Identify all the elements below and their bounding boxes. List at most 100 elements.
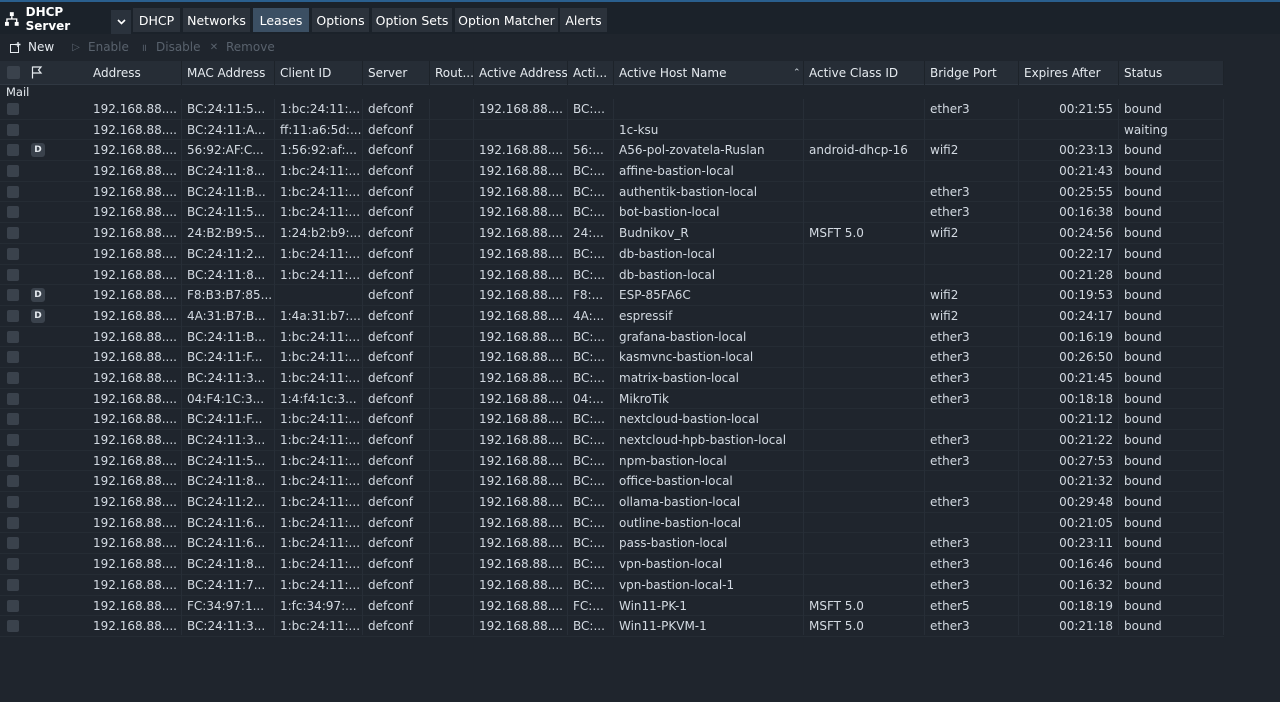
column-header-class-id[interactable]: Active Class ID xyxy=(804,61,925,85)
column-header-address[interactable]: Address xyxy=(88,61,182,85)
cell-server: defconf xyxy=(368,288,413,303)
cell-class-id xyxy=(804,120,924,140)
table-row[interactable]: D 192.168.88.... F8:B3:B7:85... defconf 192.… xyxy=(0,285,1224,306)
table-row[interactable]: 192.168.88.... BC:24:11:F... 1:bc:24:11:..… xyxy=(0,347,1224,368)
row-checkbox[interactable] xyxy=(7,475,19,488)
column-header-mac[interactable]: MAC Address xyxy=(182,61,275,85)
table-row[interactable]: 192.168.88.... BC:24:11:7... 1:bc:24:11:..… xyxy=(0,575,1224,596)
app-title[interactable]: DHCP Server xyxy=(4,5,110,33)
column-header-status[interactable]: Status xyxy=(1119,61,1224,85)
tab-options[interactable]: Options xyxy=(312,8,369,32)
table-row[interactable]: 192.168.88.... BC:24:11:8... 1:bc:24:11:..… xyxy=(0,471,1224,493)
row-checkbox[interactable] xyxy=(7,309,19,322)
column-header-client-id[interactable]: Client ID xyxy=(275,61,363,85)
table-row[interactable]: 192.168.88.... 04:F4:1C:3... 1:4:f4:1c:3..… xyxy=(0,389,1224,410)
cell-expires: 00:16:32 xyxy=(1059,577,1113,592)
row-checkbox[interactable] xyxy=(7,330,19,343)
row-checkbox[interactable] xyxy=(7,247,19,260)
table-row[interactable]: D 192.168.88.... 56:92:AF:C... 1:56:92:af:.… xyxy=(0,140,1224,162)
enable-button[interactable]: ▷ Enable xyxy=(70,39,129,55)
column-header-expires[interactable]: Expires After xyxy=(1019,61,1119,85)
remove-button[interactable]: ✕ Remove xyxy=(208,39,275,55)
row-checkbox[interactable] xyxy=(7,558,19,571)
table-row[interactable]: 192.168.88.... 24:B2:B9:5... 1:24:b2:b9:..… xyxy=(0,223,1224,244)
column-separator xyxy=(613,99,614,635)
flag-icon[interactable] xyxy=(31,66,43,79)
select-all-checkbox[interactable] xyxy=(7,66,20,79)
table-row[interactable]: 192.168.88.... BC:24:11:3... 1:bc:24:11:..… xyxy=(0,616,1224,637)
table-row[interactable]: 192.168.88.... BC:24:11:3... 1:bc:24:11:..… xyxy=(0,430,1224,451)
column-separator xyxy=(429,99,430,635)
row-checkbox[interactable] xyxy=(7,413,19,426)
cell-expires: 00:26:50 xyxy=(1059,350,1113,365)
cell-address: 192.168.88.... xyxy=(93,412,177,427)
cell-active-address: 192.168.88.... xyxy=(479,577,563,592)
row-checkbox[interactable] xyxy=(7,434,19,446)
new-button[interactable]: New xyxy=(10,39,54,55)
cell-address: 192.168.88.... xyxy=(93,102,177,116)
row-checkbox[interactable] xyxy=(7,578,19,591)
row-checkbox[interactable] xyxy=(7,351,19,364)
row-checkbox[interactable] xyxy=(7,227,19,240)
table-row[interactable]: 192.168.88.... BC:24:11:6... 1:bc:24:11:..… xyxy=(0,533,1224,555)
table-row[interactable]: 192.168.88.... BC:24:11:2... 1:bc:24:11:..… xyxy=(0,492,1224,513)
row-checkbox[interactable] xyxy=(7,620,19,633)
row-checkbox[interactable] xyxy=(7,103,19,115)
column-header-active-mac[interactable]: Acti... xyxy=(568,61,614,85)
menu-toggle-button[interactable] xyxy=(111,10,131,34)
table-row[interactable]: 192.168.88.... BC:24:11:3... 1:bc:24:11:..… xyxy=(0,368,1224,389)
tab-dhcp[interactable]: DHCP xyxy=(133,8,180,32)
row-checkbox[interactable] xyxy=(7,454,19,467)
cell-bridge: ether3 xyxy=(930,184,970,199)
row-checkbox[interactable] xyxy=(7,516,19,529)
cell-active-address: 192.168.88.... xyxy=(479,205,563,220)
row-checkbox[interactable] xyxy=(7,599,19,612)
table-row[interactable]: 192.168.88.... BC:24:11:B... 1:bc:24:11:..… xyxy=(0,182,1224,203)
cell-route xyxy=(430,389,473,409)
table-row[interactable]: 192.168.88.... FC:34:97:1... 1:fc:34:97:..… xyxy=(0,596,1224,617)
column-header-server[interactable]: Server xyxy=(363,61,430,85)
tab-networks[interactable]: Networks xyxy=(183,8,250,32)
cell-mac: BC:24:11:6... xyxy=(187,515,266,530)
cell-route xyxy=(430,471,473,491)
row-checkbox[interactable] xyxy=(7,165,19,178)
row-checkbox[interactable] xyxy=(7,496,19,509)
table-row[interactable]: 192.168.88.... BC:24:11:F... 1:bc:24:11:..… xyxy=(0,409,1224,430)
column-header-route[interactable]: Rout... xyxy=(430,61,474,85)
table-row[interactable]: 192.168.88.... BC:24:11:5... 1:bc:24:11:..… xyxy=(0,99,1224,120)
cell-client-id: 1:bc:24:11:... xyxy=(280,350,361,365)
row-checkbox[interactable] xyxy=(7,537,19,550)
tab-alerts[interactable]: Alerts xyxy=(560,8,607,32)
disable-button[interactable]: ॥ Disable xyxy=(138,39,201,55)
table-row[interactable]: 192.168.88.... BC:24:11:5... 1:bc:24:11:..… xyxy=(0,202,1224,224)
cell-client-id: 1:bc:24:11:... xyxy=(280,412,361,427)
tab-leases[interactable]: Leases xyxy=(253,8,309,32)
row-checkbox[interactable] xyxy=(7,392,19,405)
table-row[interactable]: D 192.168.88.... 4A:31:B7:B... 1:4a:31:b7:.… xyxy=(0,306,1224,327)
table-row[interactable]: 192.168.88.... BC:24:11:2... 1:bc:24:11:..… xyxy=(0,244,1224,265)
table-row[interactable]: 192.168.88.... BC:24:11:8... 1:bc:24:11:..… xyxy=(0,554,1224,575)
chevron-down-icon xyxy=(116,19,126,25)
row-checkbox[interactable] xyxy=(7,206,19,219)
row-checkbox[interactable] xyxy=(7,268,19,281)
table-row[interactable]: 192.168.88.... BC:24:11:A... ff:11:a6:5d:.… xyxy=(0,120,1224,141)
cell-status: bound xyxy=(1124,102,1162,116)
tab-option-sets[interactable]: Option Sets xyxy=(372,8,452,32)
table-row[interactable]: 192.168.88.... BC:24:11:8... 1:bc:24:11:..… xyxy=(0,161,1224,182)
table-row[interactable]: 192.168.88.... BC:24:11:5... 1:bc:24:11:..… xyxy=(0,451,1224,472)
cell-client-id: 1:bc:24:11:... xyxy=(280,267,361,282)
table-row[interactable]: 192.168.88.... BC:24:11:B... 1:bc:24:11:..… xyxy=(0,327,1224,348)
row-checkbox[interactable] xyxy=(7,185,19,198)
cell-class-id xyxy=(804,347,924,367)
table-row[interactable]: 192.168.88.... BC:24:11:6... 1:bc:24:11:..… xyxy=(0,513,1224,534)
column-header-host[interactable]: Active Host Name xyxy=(614,61,804,85)
column-header-bridge[interactable]: Bridge Port xyxy=(925,61,1019,85)
row-checkbox[interactable] xyxy=(7,371,19,384)
row-checkbox[interactable] xyxy=(7,289,19,302)
cell-address: 192.168.88.... xyxy=(93,184,177,199)
row-checkbox[interactable] xyxy=(7,144,19,157)
column-header-active-address[interactable]: Active Address xyxy=(474,61,568,85)
row-checkbox[interactable] xyxy=(7,123,19,136)
table-row[interactable]: 192.168.88.... BC:24:11:8... 1:bc:24:11:..… xyxy=(0,265,1224,286)
tab-option-matcher[interactable]: Option Matcher xyxy=(455,8,558,32)
